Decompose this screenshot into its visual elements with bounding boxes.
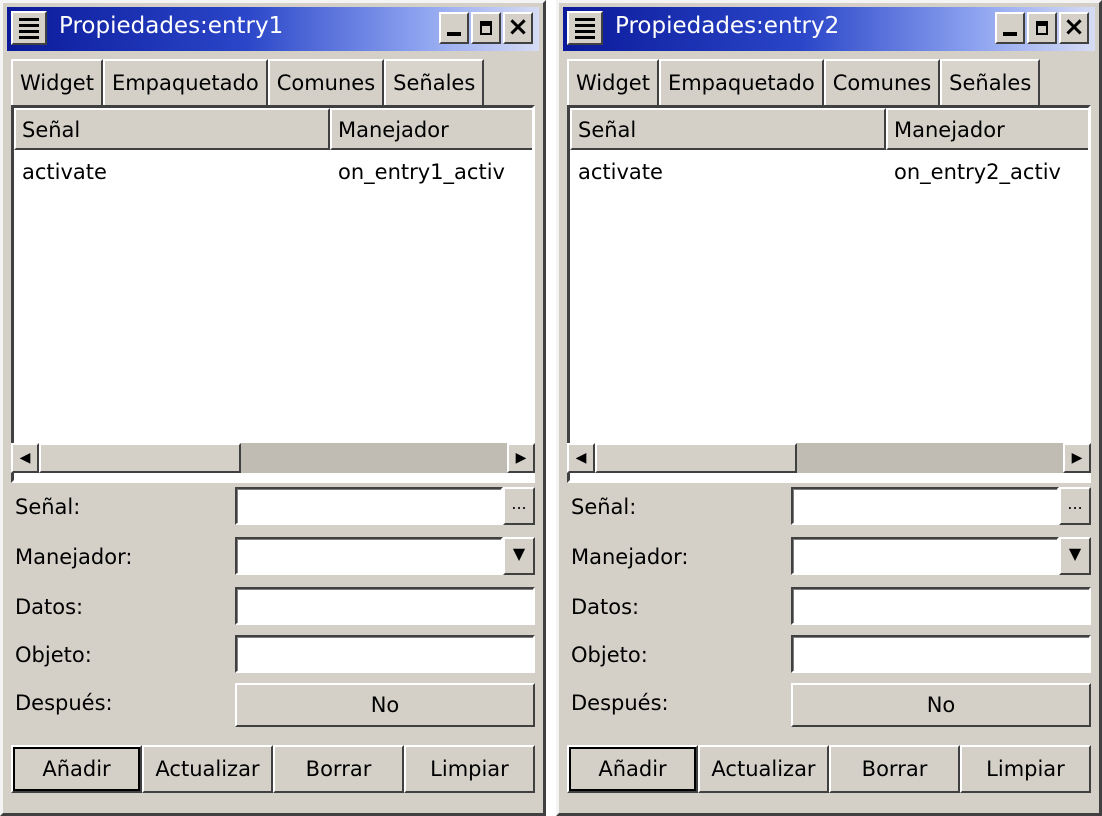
arrow-right-icon[interactable]: ▶	[1063, 443, 1091, 473]
column-header-signal[interactable]: Señal	[14, 108, 330, 150]
tab-bar: Widget Empaquetado Comunes Señales	[11, 59, 485, 105]
maximize-icon[interactable]	[471, 12, 501, 44]
properties-window-entry1: Propiedades:entry1 × Widget Empaquetado …	[0, 0, 546, 816]
chevron-down-icon[interactable]: ▼	[1059, 537, 1091, 575]
tab-comunes[interactable]: Comunes	[823, 59, 941, 105]
after-label: Después:	[571, 691, 669, 715]
horizontal-scrollbar[interactable]: ◀ ▶	[567, 443, 1091, 473]
column-header-handler[interactable]: Manejador	[330, 108, 532, 150]
update-button[interactable]: Actualizar	[142, 745, 273, 793]
list-header: Señal Manejador	[14, 108, 532, 150]
title-bar[interactable]: Propiedades:entry2 ×	[563, 7, 1095, 51]
signal-browse-button[interactable]: ...	[503, 487, 535, 525]
handler-label: Manejador:	[15, 545, 133, 569]
close-icon[interactable]: ×	[1059, 12, 1089, 44]
data-label: Datos:	[571, 595, 640, 619]
handler-combo-input[interactable]	[791, 537, 1059, 575]
scrollbar-thumb[interactable]	[39, 443, 241, 473]
clear-button[interactable]: Limpiar	[960, 745, 1091, 793]
signal-label: Señal:	[571, 495, 637, 519]
object-label: Objeto:	[15, 643, 92, 667]
list-item[interactable]: activate on_entry1_activ	[14, 160, 532, 190]
list-header: Señal Manejador	[570, 108, 1088, 150]
signal-cell: activate	[22, 160, 107, 184]
column-header-signal[interactable]: Señal	[570, 108, 886, 150]
data-label: Datos:	[15, 595, 84, 619]
action-buttons: Añadir Actualizar Borrar Limpiar	[567, 745, 1091, 793]
tab-senales[interactable]: Señales	[940, 59, 1041, 105]
action-buttons: Añadir Actualizar Borrar Limpiar	[11, 745, 535, 793]
tab-widget[interactable]: Widget	[567, 59, 659, 105]
delete-button[interactable]: Borrar	[829, 745, 960, 793]
signal-input[interactable]	[791, 487, 1059, 525]
after-label: Después:	[15, 691, 113, 715]
column-header-handler[interactable]: Manejador	[886, 108, 1088, 150]
signal-label: Señal:	[15, 495, 81, 519]
tab-widget[interactable]: Widget	[11, 59, 103, 105]
window-menu-icon[interactable]	[567, 11, 603, 45]
signal-browse-button[interactable]: ...	[1059, 487, 1091, 525]
tab-senales[interactable]: Señales	[384, 59, 485, 105]
signals-list: Señal Manejador activate on_entry1_activ	[11, 105, 535, 483]
scrollbar-thumb[interactable]	[595, 443, 797, 473]
clear-button[interactable]: Limpiar	[404, 745, 535, 793]
signal-input[interactable]	[235, 487, 503, 525]
after-toggle-button[interactable]: No	[791, 683, 1091, 727]
list-item[interactable]: activate on_entry2_activ	[570, 160, 1088, 190]
tab-empaquetado[interactable]: Empaquetado	[102, 59, 268, 105]
horizontal-scrollbar[interactable]: ◀ ▶	[11, 443, 535, 473]
tab-comunes[interactable]: Comunes	[267, 59, 385, 105]
arrow-left-icon[interactable]: ◀	[567, 443, 595, 473]
window-menu-icon[interactable]	[11, 11, 47, 45]
title-bar[interactable]: Propiedades:entry1 ×	[7, 7, 539, 51]
window-title: Propiedades:entry2	[615, 13, 840, 39]
after-toggle-button[interactable]: No	[235, 683, 535, 727]
data-input[interactable]	[791, 587, 1091, 625]
close-icon[interactable]: ×	[503, 12, 533, 44]
delete-button[interactable]: Borrar	[273, 745, 404, 793]
properties-window-entry2: Propiedades:entry2 × Widget Empaquetado …	[556, 0, 1102, 816]
update-button[interactable]: Actualizar	[698, 745, 829, 793]
window-title: Propiedades:entry1	[59, 13, 284, 39]
minimize-icon[interactable]	[439, 12, 469, 44]
add-button[interactable]: Añadir	[11, 745, 142, 793]
object-label: Objeto:	[571, 643, 648, 667]
data-input[interactable]	[235, 587, 535, 625]
tab-bar: Widget Empaquetado Comunes Señales	[567, 59, 1041, 105]
signal-cell: activate	[578, 160, 663, 184]
arrow-left-icon[interactable]: ◀	[11, 443, 39, 473]
chevron-down-icon[interactable]: ▼	[503, 537, 535, 575]
object-input[interactable]	[791, 635, 1091, 673]
add-button[interactable]: Añadir	[567, 745, 698, 793]
arrow-right-icon[interactable]: ▶	[507, 443, 535, 473]
handler-cell: on_entry2_activ	[894, 160, 1061, 184]
handler-cell: on_entry1_activ	[338, 160, 505, 184]
maximize-icon[interactable]	[1027, 12, 1057, 44]
handler-label: Manejador:	[571, 545, 689, 569]
minimize-icon[interactable]	[995, 12, 1025, 44]
tab-empaquetado[interactable]: Empaquetado	[658, 59, 824, 105]
object-input[interactable]	[235, 635, 535, 673]
handler-combo-input[interactable]	[235, 537, 503, 575]
signals-list: Señal Manejador activate on_entry2_activ	[567, 105, 1091, 483]
